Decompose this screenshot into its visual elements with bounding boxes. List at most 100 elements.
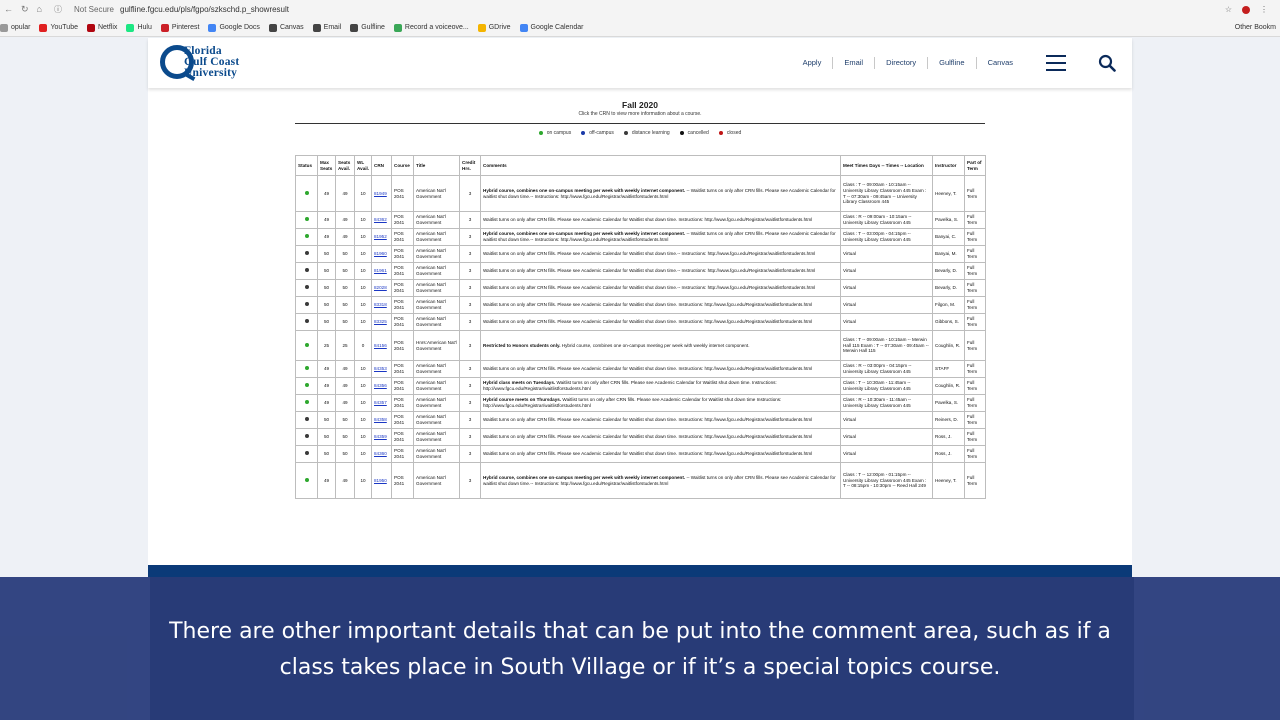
- instructor-cell: Bevarly, D.: [932, 279, 965, 297]
- wl-avail-cell: 10: [354, 296, 372, 314]
- crn-cell: 84358: [371, 411, 392, 429]
- crn-cell: 81961: [371, 262, 392, 280]
- comment-text: Waitlist turns on only after CRN fills. …: [483, 451, 813, 457]
- wl-avail-cell: 10: [354, 394, 372, 412]
- instructor-cell: Heeney, T.: [932, 175, 965, 212]
- status-dot-icon: [304, 400, 309, 405]
- extension-icon[interactable]: [1242, 5, 1250, 14]
- bookmark-6[interactable]: Canvas: [268, 23, 304, 32]
- bookmark-0[interactable]: opular: [0, 23, 30, 32]
- title-cell: American Nat'l Government: [413, 428, 460, 446]
- crn-link[interactable]: 81952: [374, 234, 387, 239]
- logo-mark-icon: [160, 45, 194, 79]
- status-dot-icon: [304, 217, 309, 222]
- nav-canvas[interactable]: Canvas: [977, 57, 1024, 69]
- instructor-cell: Banyai, C.: [932, 228, 965, 246]
- bookmark-10[interactable]: GDrive: [477, 23, 511, 32]
- crn-link[interactable]: 84362: [374, 217, 387, 222]
- column-header: Status: [295, 155, 318, 176]
- wl-avail-cell: 10: [354, 428, 372, 446]
- more-menu-icon[interactable]: ⋮: [1260, 5, 1268, 14]
- status-dot-icon: [304, 302, 309, 307]
- course-cell: POS 2041: [391, 377, 414, 395]
- instructor-cell: Pavelka, S.: [932, 394, 965, 412]
- nav-directory[interactable]: Directory: [875, 57, 929, 69]
- comment-text: Waitlist turns on only after CRN fills. …: [483, 268, 816, 274]
- column-header: Seats Avail.: [335, 155, 355, 176]
- crn-cell: 84356: [371, 377, 392, 395]
- fgcu-logo[interactable]: Florida Gulf Coast University: [160, 45, 239, 79]
- crn-link[interactable]: 84358: [374, 417, 387, 422]
- title-cell: American Nat'l Government: [413, 445, 460, 463]
- max-seats-cell: 50: [317, 445, 336, 463]
- bookmark-5[interactable]: Google Docs: [208, 23, 260, 32]
- seats-avail-cell: 49: [335, 377, 355, 395]
- nav-apply[interactable]: Apply: [792, 57, 834, 69]
- not-secure-icon[interactable]: ⓘ: [54, 4, 62, 15]
- comments-cell: Hybrid class meets on Tuesdays. Waitlist…: [480, 377, 841, 395]
- crn-link[interactable]: 84353: [374, 366, 387, 371]
- title-cell: American Nat'l Government: [413, 360, 460, 378]
- comment-text: Waitlist turns on only after CRN fills. …: [483, 434, 813, 440]
- meet-times-cell: Class : R -- 03:00pm - 04:15pm -- Univer…: [840, 360, 933, 378]
- meet-times-cell: Class : R -- 09:00am - 10:15am -- Univer…: [840, 211, 933, 229]
- bookmark-8[interactable]: Gulfline: [350, 23, 385, 32]
- crn-link[interactable]: 84356: [374, 383, 387, 388]
- bookmark-3[interactable]: Hulu: [126, 23, 152, 32]
- nav-email[interactable]: Email: [833, 57, 876, 69]
- column-header: Credit Hrs.: [459, 155, 481, 176]
- wl-avail-cell: 10: [354, 175, 372, 212]
- reload-icon[interactable]: ↻: [21, 4, 29, 15]
- crn-link[interactable]: 84360: [374, 451, 387, 456]
- crn-link[interactable]: 84359: [374, 434, 387, 439]
- meet-times-cell: Class : R -- 10:30am - 11:45am -- Univer…: [840, 394, 933, 412]
- crn-link[interactable]: 81949: [374, 191, 387, 196]
- wl-avail-cell: 10: [354, 411, 372, 429]
- comments-cell: Waitlist turns on only after CRN fills. …: [480, 279, 841, 297]
- bookmark-2[interactable]: Netflix: [86, 23, 117, 32]
- wl-avail-cell: 10: [354, 462, 372, 499]
- course-cell: POS 2041: [391, 296, 414, 314]
- bookmark-4[interactable]: Pinterest: [160, 23, 199, 32]
- home-icon[interactable]: ⌂: [37, 4, 42, 15]
- max-seats-cell: 50: [317, 428, 336, 446]
- bookmark-11[interactable]: Google Calendar: [519, 23, 583, 32]
- bookmark-7[interactable]: Email: [312, 23, 341, 32]
- column-header: CRN: [371, 155, 392, 176]
- crn-cell: 81949: [371, 175, 392, 212]
- bookmark-star-icon[interactable]: ☆: [1225, 5, 1232, 14]
- hamburger-menu-icon[interactable]: [1046, 55, 1066, 71]
- legend-label: distance learning: [631, 130, 670, 136]
- crn-link[interactable]: 81960: [374, 251, 387, 256]
- status-cell: [295, 313, 318, 331]
- search-icon[interactable]: [1098, 54, 1116, 72]
- bookmark-9[interactable]: Record a voiceove...: [393, 23, 469, 32]
- crn-link[interactable]: 83318: [374, 302, 387, 307]
- legend-item: off-campus: [581, 130, 614, 136]
- legend-dot-icon: [581, 131, 586, 135]
- nav-gulfline[interactable]: Gulfline: [928, 57, 977, 69]
- crn-link[interactable]: 84357: [374, 400, 387, 405]
- table-row: 49 49 10 84353 POS 2041 American Nat'l Govern…: [295, 360, 986, 378]
- crn-link[interactable]: 81961: [374, 268, 387, 273]
- table-header-row: Status Max Seats Seats Avail. WL Avail. CRN C…: [295, 155, 986, 176]
- title-cell: American Nat'l Government: [413, 313, 460, 331]
- title-cell: American Nat'l Government: [413, 262, 460, 280]
- seats-avail-cell: 50: [335, 411, 355, 429]
- status-dot-icon: [304, 268, 309, 273]
- back-icon[interactable]: ←: [4, 4, 13, 15]
- crn-link[interactable]: 82028: [374, 285, 387, 290]
- comment-highlight: Restricted to Honors students only.: [483, 342, 561, 348]
- status-dot-icon: [304, 434, 309, 439]
- bookmark-1[interactable]: YouTube: [39, 23, 78, 32]
- column-header: Max Seats: [317, 155, 336, 176]
- other-bookmarks[interactable]: Other Bookm: [1235, 24, 1280, 31]
- address-bar[interactable]: gulfline.fgcu.edu/pls/fgpo/szkschd.p_sho…: [120, 5, 289, 14]
- part-of-term-cell: Full Term: [964, 211, 986, 229]
- max-seats-cell: 50: [317, 279, 336, 297]
- crn-link[interactable]: 84156: [374, 343, 387, 348]
- wl-avail-cell: 10: [354, 360, 372, 378]
- crn-link[interactable]: 83325: [374, 319, 387, 324]
- crn-link[interactable]: 81950: [374, 478, 387, 483]
- credit-cell: 3: [459, 428, 481, 446]
